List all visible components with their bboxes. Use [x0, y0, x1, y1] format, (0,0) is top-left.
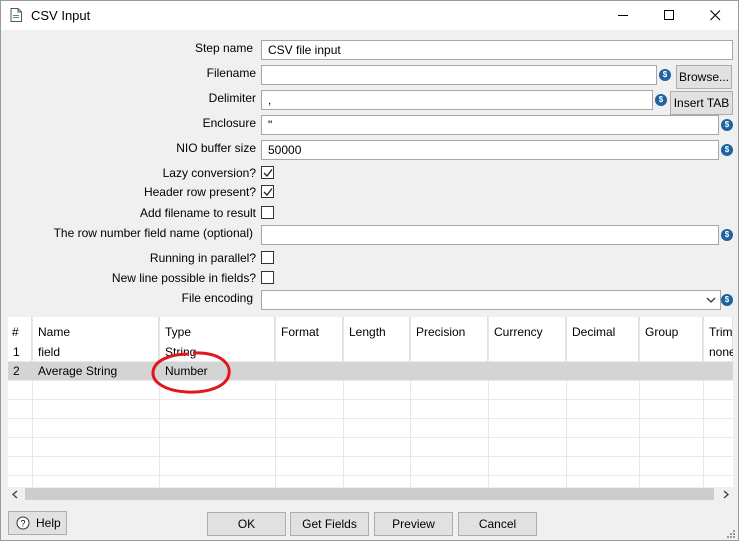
table-row [8, 400, 733, 419]
scroll-right-icon[interactable] [722, 490, 730, 499]
enclosure-input[interactable]: " [261, 115, 719, 135]
step-name-label: Step name [194, 41, 253, 55]
close-button[interactable] [692, 1, 738, 30]
insert-tab-button[interactable]: Insert TAB [670, 91, 733, 115]
header-row-label: Header row present? [143, 185, 256, 199]
lazy-conversion-label: Lazy conversion? [162, 166, 256, 180]
add-filename-checkbox[interactable] [261, 206, 274, 219]
resize-grip-icon[interactable] [726, 529, 736, 539]
nio-buffer-input[interactable]: 50000 [261, 140, 719, 160]
preview-button[interactable]: Preview [374, 512, 453, 536]
table-row [8, 419, 733, 438]
new-line-label: New line possible in fields? [111, 271, 256, 285]
add-filename-label: Add filename to result [139, 206, 256, 220]
lazy-conversion-checkbox[interactable] [261, 166, 274, 179]
variable-icon[interactable]: $ [655, 94, 667, 106]
title-bar[interactable]: CSV Input [1, 1, 738, 30]
help-button[interactable]: ? Help [8, 511, 67, 535]
parallel-label: Running in parallel? [149, 251, 256, 265]
delimiter-label: Delimiter [208, 91, 256, 105]
fields-table[interactable]: # Name Type Format Length Precision Curr… [8, 317, 733, 487]
table-row [8, 381, 733, 400]
variable-icon[interactable]: $ [721, 229, 733, 241]
row-number: 1 [13, 345, 20, 359]
file-encoding-select[interactable] [261, 290, 721, 310]
minimize-icon [617, 15, 628, 16]
field-name-cell[interactable]: Average String [32, 362, 117, 381]
ok-button[interactable]: OK [207, 512, 286, 536]
horizontal-scrollbar[interactable] [8, 487, 733, 502]
table-row [8, 476, 733, 487]
minimize-button[interactable] [600, 1, 646, 30]
scrollbar-thumb[interactable] [25, 488, 714, 500]
variable-icon[interactable]: $ [721, 294, 733, 306]
scroll-left-icon[interactable] [11, 490, 19, 499]
cancel-button[interactable]: Cancel [458, 512, 537, 536]
maximize-button[interactable] [646, 1, 692, 30]
row-number: 2 [13, 364, 20, 378]
step-name-input[interactable]: CSV file input [261, 40, 733, 60]
get-fields-button[interactable]: Get Fields [290, 512, 369, 536]
close-icon [709, 10, 720, 21]
svg-text:?: ? [20, 519, 25, 529]
browse-button[interactable]: Browse... [676, 65, 732, 89]
file-encoding-label: File encoding [181, 291, 253, 305]
variable-icon[interactable]: $ [721, 119, 733, 131]
window-title: CSV Input [31, 8, 91, 23]
new-line-checkbox[interactable] [261, 271, 274, 284]
maximize-icon [663, 10, 674, 20]
enclosure-label: Enclosure [202, 116, 256, 130]
help-label: Help [36, 516, 61, 530]
chevron-down-icon[interactable] [706, 297, 716, 304]
table-row[interactable]: 1 field String none [8, 343, 733, 362]
csv-input-dialog: CSV Input Step name CSV file input Filen… [0, 0, 739, 541]
parallel-checkbox[interactable] [261, 251, 274, 264]
nio-buffer-label: NIO buffer size [176, 141, 256, 155]
variable-icon[interactable]: $ [721, 144, 733, 156]
table-row [8, 457, 733, 476]
delimiter-input[interactable]: , [261, 90, 653, 110]
header-row-checkbox[interactable] [261, 185, 274, 198]
filename-label: Filename [206, 66, 256, 80]
row-number-input[interactable] [261, 225, 719, 245]
checkmark-icon [263, 188, 273, 196]
help-icon: ? [16, 516, 30, 530]
table-row [8, 438, 733, 457]
checkmark-icon [263, 169, 273, 177]
row-number-label: The row number field name (optional) [53, 226, 253, 240]
filename-input[interactable] [261, 65, 657, 85]
field-trim-cell[interactable]: none [703, 343, 733, 362]
field-name-cell[interactable]: field [32, 343, 60, 362]
annotation-circle [151, 351, 231, 394]
variable-icon[interactable]: $ [659, 69, 671, 81]
document-icon [10, 8, 22, 22]
table-row[interactable]: 2 Average String Number [8, 362, 733, 381]
